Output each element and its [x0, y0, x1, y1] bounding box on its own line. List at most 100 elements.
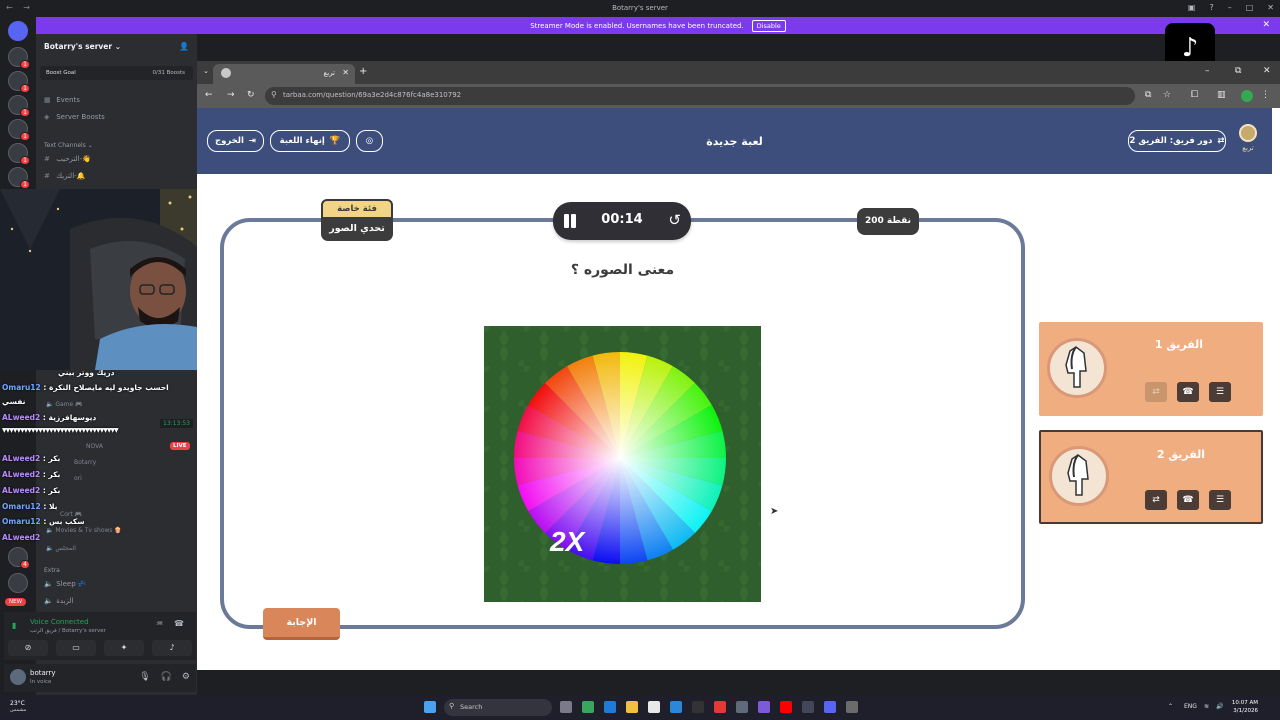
windows-start-icon[interactable]: [424, 701, 436, 713]
app-icon[interactable]: [736, 701, 748, 713]
bookmark-star-icon[interactable]: ☆: [1163, 90, 1171, 100]
username[interactable]: botarry: [30, 669, 56, 677]
server-name[interactable]: Botarry's server ⌄: [44, 42, 121, 51]
browser-minimize-button[interactable]: –: [1205, 66, 1210, 76]
server-icon[interactable]: 1: [8, 95, 30, 117]
camera-button[interactable]: ⊘: [8, 640, 48, 656]
category-extra[interactable]: Extra: [44, 567, 60, 574]
disconnect-icon[interactable]: ☎: [174, 619, 184, 628]
app-icon[interactable]: [802, 701, 814, 713]
voice-channel-majlis[interactable]: 🔈 المجلس: [46, 545, 76, 552]
server-icon[interactable]: 1: [8, 71, 30, 93]
chat-message: ALweed2 : بكر: [2, 470, 61, 479]
browser-tab[interactable]: تربع ✕: [213, 64, 355, 84]
swap-icon[interactable]: ⇄: [1145, 382, 1167, 402]
app-icon[interactable]: [582, 701, 594, 713]
site-info-icon[interactable]: ⚲: [271, 90, 277, 99]
list-icon[interactable]: ☰: [1209, 382, 1231, 402]
speaker-icon: 🔈: [44, 580, 53, 588]
maximize-button[interactable]: □: [1246, 3, 1254, 12]
minimize-button[interactable]: –: [1228, 3, 1232, 12]
server-icon[interactable]: 1: [8, 167, 30, 189]
phone-icon[interactable]: ☎: [1177, 490, 1199, 510]
home-icon[interactable]: [8, 21, 28, 41]
windows-taskbar: 23°C مشمس ⚲ Search ⌃ ENG ≋ 🔊 10:07 AM 3/1/…: [0, 695, 1280, 720]
window-title: Botarry's server: [612, 4, 668, 12]
category-text-channels[interactable]: Text Channels ⌄: [44, 142, 93, 149]
task-view-icon[interactable]: [560, 701, 572, 713]
mic-icon[interactable]: 🎙: [139, 672, 150, 682]
tray-overflow-icon[interactable]: ⌃: [1168, 703, 1173, 710]
taskbar-clock[interactable]: 10:07 AM 3/1/2026: [1232, 699, 1258, 715]
new-tab-button[interactable]: +: [359, 66, 367, 77]
sidebar-item-server-boosts[interactable]: ◈ Server Boosts: [44, 113, 105, 121]
install-app-icon[interactable]: ⧉: [1145, 90, 1151, 100]
edge-icon[interactable]: [604, 701, 616, 713]
boost-icon: ◈: [44, 113, 50, 121]
app-icon[interactable]: [846, 701, 858, 713]
weather-widget[interactable]: 23°C مشمس: [10, 700, 26, 713]
tab-search-icon[interactable]: ⌄: [203, 67, 209, 75]
team-turn-indicator[interactable]: دور فريق: الفريق 2 ⇄: [1128, 130, 1226, 152]
app-icon[interactable]: [670, 701, 682, 713]
server-icon[interactable]: 1: [8, 47, 30, 69]
settings-gear-icon[interactable]: ⚙: [182, 672, 190, 682]
file-explorer-icon[interactable]: [626, 701, 638, 713]
server-icon[interactable]: 4: [8, 547, 30, 569]
sidebar-item-events[interactable]: ▦ Events: [44, 96, 80, 104]
wifi-icon[interactable]: ≋: [1204, 703, 1209, 710]
channel-welcome[interactable]: # الترحيب-👋: [44, 155, 91, 163]
server-icon[interactable]: 1: [8, 143, 30, 165]
volume-icon[interactable]: 🔊: [1216, 703, 1223, 710]
site-logo[interactable]: تربع: [1236, 124, 1260, 158]
help-icon[interactable]: ?: [1209, 3, 1213, 12]
avatar[interactable]: [10, 669, 26, 685]
soundboard-button[interactable]: ♪: [152, 640, 192, 656]
server-icon[interactable]: [8, 573, 28, 593]
store-icon[interactable]: [648, 701, 660, 713]
browser-close-button[interactable]: ✕: [1263, 66, 1271, 76]
server-icon[interactable]: 1: [8, 119, 30, 141]
taskbar-search[interactable]: ⚲ Search: [444, 699, 552, 716]
invite-icon[interactable]: 👤: [179, 42, 189, 51]
extensions-icon[interactable]: ⧠: [1191, 90, 1198, 100]
language-indicator[interactable]: ENG: [1184, 703, 1197, 710]
activities-button[interactable]: ✦: [104, 640, 144, 656]
noise-suppression-icon[interactable]: ♒: [156, 619, 163, 628]
browser-menu-icon[interactable]: ⋮: [1261, 90, 1270, 100]
shuffle-icon: ⇄: [1217, 136, 1225, 146]
app-icon[interactable]: [714, 701, 726, 713]
channel-updates[interactable]: # التريك-🔔: [44, 172, 85, 180]
answer-button[interactable]: الإجابة: [263, 608, 340, 640]
voice-channel-sleep[interactable]: 🔈 Sleep 💤: [44, 580, 87, 588]
reload-icon[interactable]: ↻: [247, 90, 255, 100]
team-horse-avatar: [1049, 446, 1109, 506]
voice-connected-title[interactable]: Voice Connected: [30, 618, 89, 626]
youtube-icon[interactable]: [780, 701, 792, 713]
browser-restore-button[interactable]: ⧉: [1235, 66, 1241, 76]
headphones-icon[interactable]: 🎧: [161, 672, 172, 682]
inbox-icon[interactable]: ▣: [1188, 3, 1196, 12]
disable-streamer-mode-button[interactable]: Disable: [751, 19, 786, 32]
voice-connected-channel[interactable]: فريق الرتب / Botarry's server: [30, 628, 106, 634]
list-icon[interactable]: ☰: [1209, 490, 1231, 510]
discord-icon[interactable]: [824, 701, 836, 713]
back-arrow-icon[interactable]: ←: [205, 90, 213, 100]
forward-arrow-icon[interactable]: →: [227, 90, 235, 100]
screen-share-button[interactable]: ▭: [56, 640, 96, 656]
close-window-button[interactable]: ✕: [1267, 3, 1274, 12]
app-icon[interactable]: [758, 701, 770, 713]
reset-timer-icon[interactable]: ↺: [668, 211, 681, 229]
profile-avatar-icon[interactable]: [1241, 90, 1253, 102]
boost-goal[interactable]: Boost Goal 0/31 Boosts: [40, 66, 193, 80]
split-view-icon[interactable]: ▥: [1217, 90, 1226, 100]
team-horse-avatar: [1047, 338, 1107, 398]
address-bar[interactable]: ⚲ tarbaa.com/question/69a3e2d4c876fc4a8e…: [265, 87, 1135, 105]
app-icon[interactable]: [692, 701, 704, 713]
swap-icon[interactable]: ⇄: [1145, 490, 1167, 510]
voice-channel-extra[interactable]: 🔈 الزبدة: [44, 597, 73, 605]
phone-icon[interactable]: ☎: [1177, 382, 1199, 402]
url-text[interactable]: tarbaa.com/question/69a3e2d4c876fc4a8e31…: [283, 91, 461, 99]
banner-close-icon[interactable]: ✕: [1262, 20, 1270, 30]
tab-close-icon[interactable]: ✕: [342, 68, 349, 77]
